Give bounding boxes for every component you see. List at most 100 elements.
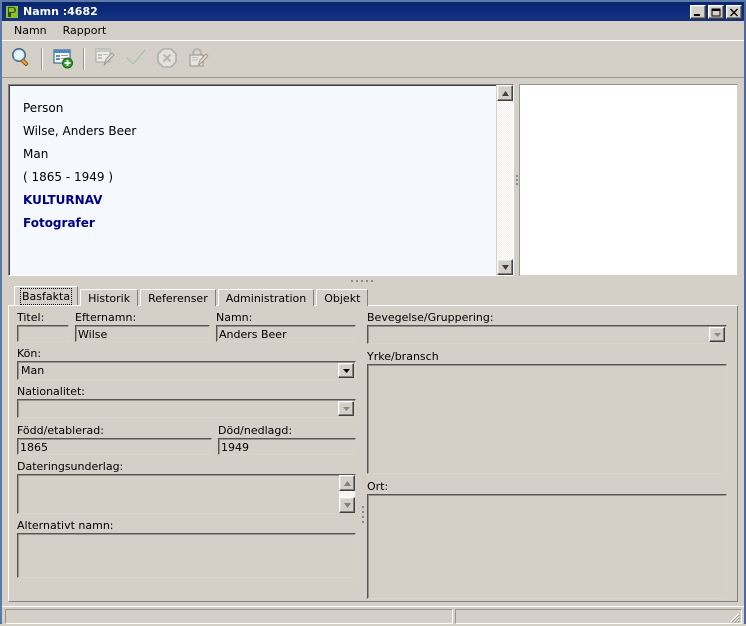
info-line-name: Wilse, Anders Beer bbox=[23, 124, 137, 138]
tab-historik[interactable]: Historik bbox=[80, 289, 139, 306]
toolbar-separator-1 bbox=[41, 48, 43, 70]
new-record-plus-icon bbox=[51, 46, 75, 73]
field-label-nationalitet: Nationalitet: bbox=[17, 385, 85, 398]
form-right-column: Bevegelse/Gruppering: Yrke/bransch Ort: bbox=[367, 309, 735, 599]
field-label-dateringsunderlag: Dateringsunderlag: bbox=[17, 460, 124, 473]
close-icon[interactable] bbox=[726, 4, 742, 19]
tab-label: Basfakta bbox=[19, 287, 73, 305]
efternamn-input[interactable]: Wilse bbox=[75, 325, 210, 342]
name-fields-row: Titel: Efternamn: Wilse Namn: Anders Bee… bbox=[17, 311, 359, 342]
form-left-column: Titel: Efternamn: Wilse Namn: Anders Bee… bbox=[11, 309, 359, 599]
field-label-bevegelse: Bevegelse/Gruppering: bbox=[367, 311, 494, 324]
field-label-yrke: Yrke/bransch bbox=[367, 350, 439, 363]
tab-label: Referenser bbox=[148, 291, 208, 305]
info-line-type: Person bbox=[23, 101, 64, 115]
toolbar-separator-2 bbox=[83, 48, 85, 70]
splitter-grip-dots bbox=[515, 175, 518, 185]
field-label-dod: Död/nedlagd: bbox=[218, 424, 293, 437]
dateringsunderlag-scrollbar[interactable] bbox=[339, 475, 355, 513]
primus-p-icon bbox=[5, 5, 19, 19]
info-panel-scrollbar[interactable] bbox=[496, 85, 513, 275]
field-label-efternamn: Efternamn: bbox=[75, 311, 137, 324]
new-record-button[interactable] bbox=[48, 44, 78, 74]
field-efternamn: Efternamn: Wilse bbox=[75, 311, 210, 342]
field-dateringsunderlag: Dateringsunderlag: bbox=[17, 460, 359, 514]
edit-record-button bbox=[90, 44, 120, 74]
field-bevegelse: Bevegelse/Gruppering: bbox=[367, 311, 727, 344]
vertical-splitter-form[interactable] bbox=[359, 309, 367, 599]
kon-selected-value: Man bbox=[21, 364, 45, 377]
search-button[interactable] bbox=[6, 44, 36, 74]
tab-label: Administration bbox=[225, 291, 307, 305]
info-line-gender: Man bbox=[23, 147, 49, 161]
image-preview-panel[interactable] bbox=[519, 84, 738, 276]
status-bar bbox=[2, 606, 744, 626]
menu-item-namn[interactable]: Namn bbox=[6, 22, 55, 39]
alternativt-namn-textarea[interactable] bbox=[17, 533, 356, 578]
yrke-textarea[interactable] bbox=[367, 364, 727, 474]
tab-strip: Basfakta Historik Referenser Administrat… bbox=[8, 286, 738, 306]
yrke-value bbox=[368, 365, 726, 473]
cancel-octagon-x-icon bbox=[155, 46, 179, 73]
chevron-down-icon[interactable] bbox=[709, 327, 725, 342]
window-controls bbox=[690, 4, 742, 19]
nationalitet-select[interactable] bbox=[17, 399, 356, 418]
splitter-grip-dots bbox=[351, 280, 373, 282]
alternativt-namn-value bbox=[18, 534, 355, 577]
maximize-icon[interactable] bbox=[708, 4, 724, 19]
chevron-down-icon[interactable] bbox=[338, 401, 354, 416]
scroll-up-arrow-icon[interactable] bbox=[497, 85, 513, 101]
ort-textarea[interactable] bbox=[367, 494, 727, 599]
fodd-input[interactable]: 1865 bbox=[17, 438, 212, 455]
splitter-grip-dots bbox=[362, 505, 364, 523]
resize-grip-icon[interactable] bbox=[728, 611, 740, 623]
title-bar: Namn :4682 bbox=[2, 2, 744, 21]
basfakta-form-panel: Titel: Efternamn: Wilse Namn: Anders Bee… bbox=[8, 305, 738, 602]
field-fodd: Född/etablerad: 1865 bbox=[17, 424, 212, 455]
dod-input[interactable]: 1949 bbox=[218, 438, 356, 455]
application-window: Namn :4682 Namn Rapport Person Wilse, An… bbox=[0, 0, 746, 626]
field-label-fodd: Född/etablerad: bbox=[17, 424, 104, 437]
magnifier-icon bbox=[9, 46, 33, 73]
scroll-down-arrow-icon[interactable] bbox=[497, 259, 513, 275]
info-link-kulturnav[interactable]: KULTURNAV bbox=[23, 189, 496, 212]
dateringsunderlag-textarea[interactable] bbox=[17, 474, 356, 514]
cancel-button bbox=[152, 44, 182, 74]
titel-input[interactable] bbox=[17, 325, 69, 342]
info-line-lifespan: ( 1865 - 1949 ) bbox=[23, 170, 114, 184]
field-dod: Död/nedlagd: 1949 bbox=[218, 424, 356, 455]
tab-label: Objekt bbox=[324, 291, 361, 305]
menu-bar: Namn Rapport bbox=[2, 21, 744, 40]
minimize-icon[interactable] bbox=[690, 4, 706, 19]
field-yrke: Yrke/bransch bbox=[367, 350, 727, 474]
tab-administration[interactable]: Administration bbox=[217, 289, 315, 306]
field-label-titel: Titel: bbox=[17, 311, 45, 324]
status-pane-right bbox=[455, 609, 742, 624]
field-kon: Kön: Man bbox=[17, 347, 359, 380]
field-label-namn: Namn: bbox=[216, 311, 253, 324]
record-info-text: Person Wilse, Anders Beer Man ( 1865 - 1… bbox=[9, 85, 496, 275]
scroll-up-arrow-icon[interactable] bbox=[339, 475, 355, 491]
dates-row: Född/etablerad: 1865 Död/nedlagd: 1949 bbox=[17, 424, 359, 455]
kon-select[interactable]: Man bbox=[17, 361, 356, 380]
namn-input[interactable]: Anders Beer bbox=[216, 325, 356, 342]
confirm-button bbox=[121, 44, 151, 74]
bevegelse-select[interactable] bbox=[367, 325, 727, 344]
menu-item-rapport[interactable]: Rapport bbox=[55, 22, 115, 39]
window-title: Namn :4682 bbox=[23, 5, 98, 18]
field-nationalitet: Nationalitet: bbox=[17, 385, 359, 418]
status-pane-left bbox=[5, 609, 453, 624]
tab-referenser[interactable]: Referenser bbox=[140, 289, 216, 306]
chevron-down-icon[interactable] bbox=[338, 363, 354, 378]
info-link-fotografer[interactable]: Fotografer bbox=[23, 212, 496, 235]
scroll-down-arrow-icon[interactable] bbox=[339, 497, 355, 513]
tab-label: Historik bbox=[88, 291, 131, 305]
lock-edit-button bbox=[183, 44, 213, 74]
horizontal-splitter[interactable] bbox=[8, 276, 738, 286]
field-alternativt-namn: Alternativt namn: bbox=[17, 519, 359, 578]
ort-value bbox=[368, 495, 726, 598]
tab-basfakta[interactable]: Basfakta bbox=[14, 286, 79, 305]
field-namn: Namn: Anders Beer bbox=[216, 311, 356, 342]
tab-objekt[interactable]: Objekt bbox=[316, 289, 369, 306]
toolbar bbox=[2, 40, 744, 78]
